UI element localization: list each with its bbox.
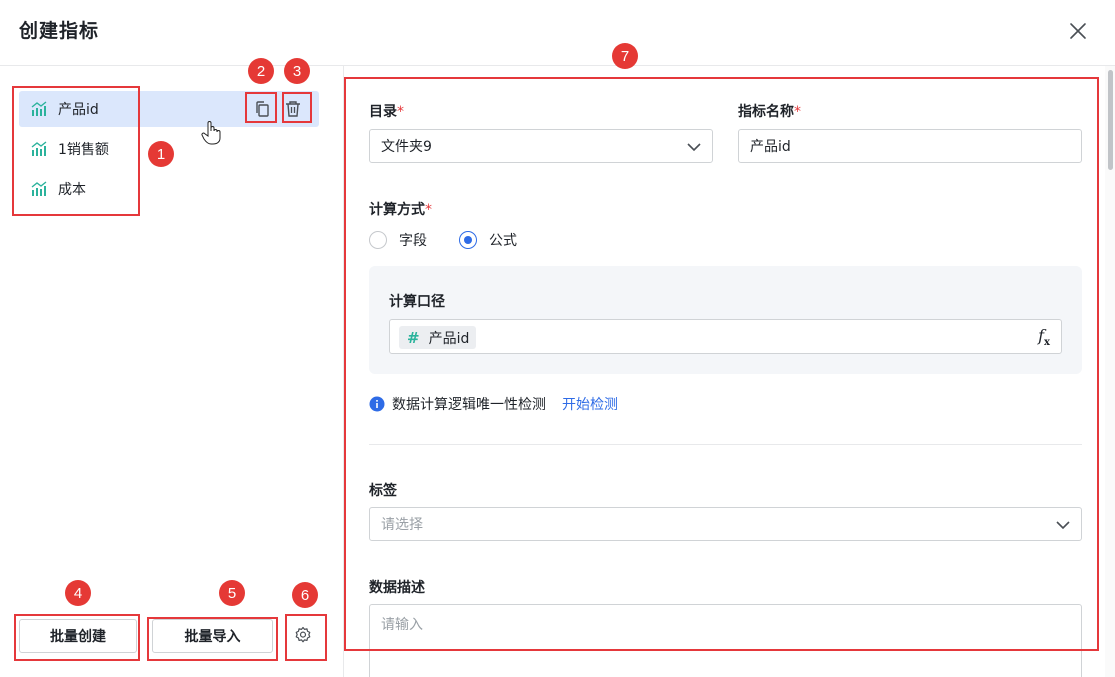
annotation-badge-1: 1 <box>148 141 174 167</box>
header-divider <box>0 65 1115 66</box>
annotation-box-4 <box>14 614 140 661</box>
annotation-box-6 <box>285 614 327 661</box>
annotation-badge-7: 7 <box>612 43 638 69</box>
annotation-badge-6: 6 <box>292 582 318 608</box>
annotation-badge-3: 3 <box>284 58 310 84</box>
dialog-header: 创建指标 <box>0 0 1115 62</box>
annotation-badge-4: 4 <box>65 580 91 606</box>
scrollbar-thumb[interactable] <box>1108 70 1113 170</box>
annotation-box-2 <box>245 92 277 123</box>
annotation-badge-5: 5 <box>219 580 245 606</box>
annotation-box-3 <box>282 92 312 123</box>
hand-cursor-icon <box>201 121 221 145</box>
annotation-badge-2: 2 <box>248 58 274 84</box>
close-icon[interactable] <box>1066 19 1090 43</box>
annotation-box-5 <box>147 617 278 661</box>
annotation-box-1 <box>12 86 140 216</box>
dialog-title: 创建指标 <box>19 20 100 42</box>
annotation-box-7 <box>344 77 1099 651</box>
